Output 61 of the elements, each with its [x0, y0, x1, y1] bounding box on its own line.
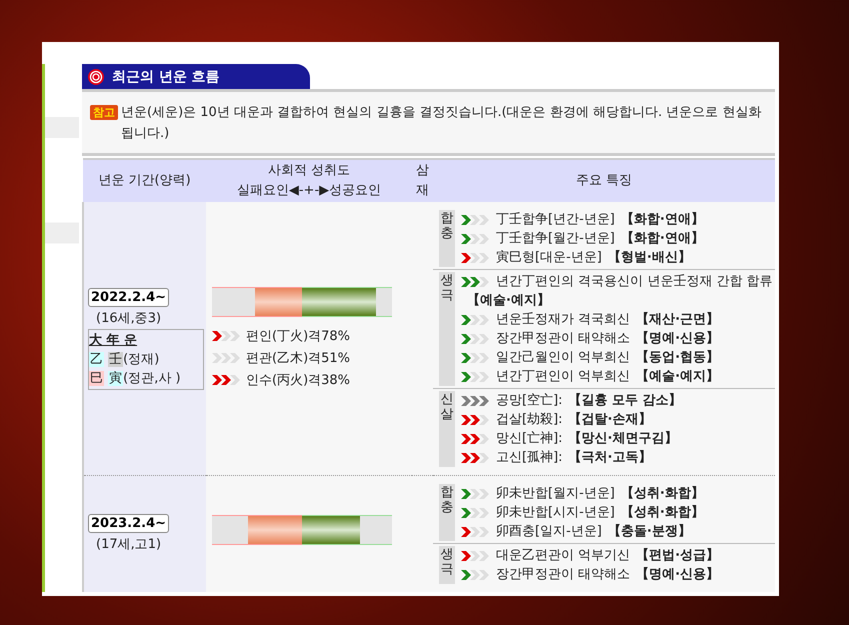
group-label: 생극 [439, 546, 455, 584]
pillar-header: 大 年 운 [89, 332, 138, 350]
feature-tag: 【길흉 모두 감소】 [568, 391, 682, 410]
feature-tag: 【망신·체면구김】 [568, 429, 678, 448]
feature-text: 장간甲정관이 태약해소 [496, 566, 630, 584]
age-text: (17세,고1) [95, 536, 162, 552]
pillar-char: 壬 [108, 352, 124, 366]
feature-text: 망신[亡神]: [496, 430, 563, 448]
group-label: 신살 [439, 391, 455, 467]
age-text: (16세,중3) [95, 310, 162, 326]
feature-text: 년간丁편인의 격국용신이 년운壬정재 간합 합류 [496, 273, 773, 291]
column-header: 사회적 성취도 실패요인◀-+-▶성공요인 [206, 159, 412, 202]
feature-text: 卯酉충[일지-년운] [496, 523, 602, 541]
feature-text: 卯未반합[시지-년운] [496, 504, 615, 522]
pillar-char: 巳 [89, 370, 104, 386]
feature-tag: 【명예·신용】 [636, 565, 720, 584]
note-text: 년운(세운)은 10년 대운과 결합하여 현실의 길흉을 결정짓습니다.(대운은 환경에 해당합니다. 년운으로 현실화 됩니다.) [121, 104, 762, 143]
group-label: 생극 [439, 272, 455, 386]
feature-tag: 【화합·연애】 [620, 229, 704, 248]
group-label: 합충 [439, 210, 455, 267]
feature-tag: 【극처·고독】 [568, 448, 652, 467]
feature-tag: 【충돌·분쟁】 [608, 522, 691, 541]
feature-text: 丁壬합争[월간-년운] [496, 230, 615, 248]
feature-tag: 【명예·신용】 [636, 329, 720, 348]
feature-tag: 【동업·협동】 [636, 348, 720, 367]
feature-tag: 【성취·화합】 [620, 503, 704, 522]
note-badge: 참고 [90, 105, 118, 120]
factor-text: 편인(丁火)격78% [246, 328, 350, 344]
pillar-char: 乙 [89, 352, 104, 366]
group-label: 합충 [439, 484, 455, 541]
feature-text: 공망[空亡]: [496, 392, 563, 410]
feature-tag: 【예술·예지】 [467, 291, 550, 310]
pillar-note: (정관,사 ) [123, 370, 181, 386]
feature-tag: 【성취·화합】 [620, 484, 704, 503]
feature-tag: 【편법·성급】 [636, 546, 720, 565]
pillar-note: (정재) [123, 352, 160, 366]
factor-text: 인수(丙火)격38% [246, 372, 350, 388]
feature-tag: 【화합·연애】 [620, 210, 704, 229]
feature-text: 년간丁편인이 억부희신 [496, 368, 630, 386]
feature-text: 대운乙편관이 억부기신 [496, 547, 630, 565]
feature-text: 寅巳형[대운-년운] [496, 249, 602, 267]
factor-text: 편관(乙木)격51% [246, 350, 350, 366]
feature-tag: 【예술·예지】 [636, 367, 720, 386]
column-header: 년운 기간(양력) [83, 159, 206, 202]
feature-tag: 【겁탈·손재】 [568, 410, 652, 429]
feature-text: 丁壬합争[년간-년운] [496, 211, 615, 229]
feature-tag: 【재산·근면】 [636, 310, 720, 329]
pillar-char: 寅 [108, 370, 124, 386]
target-icon [88, 68, 104, 84]
feature-tag: 【형벌·배신】 [608, 248, 691, 267]
column-header: 주요 특징 [433, 159, 775, 202]
feature-text: 겁살[劫殺]: [496, 411, 563, 429]
feature-text: 장간甲정관이 태약해소 [496, 330, 630, 348]
feature-text: 일간己월인이 억부희신 [496, 349, 630, 367]
column-header: 삼재 [412, 159, 433, 202]
section-title-text: 최근의 년운 흐름 [112, 68, 220, 86]
feature-text: 년운壬정재가 격국희신 [496, 311, 630, 329]
feature-text: 고신[孤神]: [496, 449, 563, 467]
period-field[interactable]: 2023.2.4~ [88, 514, 170, 532]
period-field[interactable]: 2022.2.4~ [88, 288, 170, 306]
feature-text: 卯未반합[월지-년운] [496, 485, 615, 503]
